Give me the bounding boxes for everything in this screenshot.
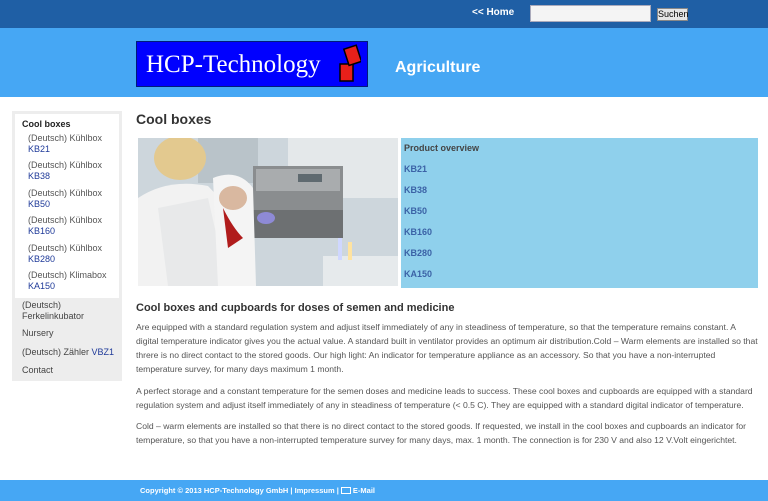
sidebar: Cool boxes (Deutsch) Kühlbox KB21 (Deuts… xyxy=(12,111,122,381)
product-link-kb280[interactable]: KB280 xyxy=(404,248,432,258)
sidebar-item-prefix: (Deutsch) Kühlbox xyxy=(28,215,103,225)
section-title: Agriculture xyxy=(395,59,481,76)
search-input[interactable] xyxy=(530,5,651,22)
product-link-kb160[interactable]: KB160 xyxy=(404,227,432,237)
sidebar-item-code[interactable]: KB21 xyxy=(28,144,102,155)
header-banner: HCP-Technology Agriculture xyxy=(0,28,768,97)
sidebar-item-nursery[interactable]: Nursery xyxy=(22,328,54,339)
sidebar-item-kb21[interactable]: (Deutsch) Kühlbox KB21 xyxy=(28,133,102,155)
sidebar-item-kb280[interactable]: (Deutsch) Kühlbox KB280 xyxy=(28,243,102,265)
home-link[interactable]: << Home xyxy=(472,7,514,18)
sidebar-item-code[interactable]: VBZ1 xyxy=(92,347,115,357)
sidebar-item-code[interactable]: KB280 xyxy=(28,254,102,265)
search-button[interactable]: Suchen xyxy=(657,8,689,21)
sidebar-item-prefix: (Deutsch) Klimabox xyxy=(28,270,107,280)
lab-photo-image xyxy=(138,138,398,286)
sidebar-submenu: Cool boxes (Deutsch) Kühlbox KB21 (Deuts… xyxy=(15,114,119,298)
product-overview-box: Product overview KB21 KB38 KB50 KB160 KB… xyxy=(401,138,758,288)
top-bar: << Home Suchen xyxy=(0,0,768,28)
impressum-link[interactable]: Impressum xyxy=(295,486,335,495)
lab-photo xyxy=(138,138,398,286)
product-link-kb21[interactable]: KB21 xyxy=(404,164,427,174)
sidebar-item-code[interactable]: KB160 xyxy=(28,226,102,237)
logo-mark-icon xyxy=(339,44,361,82)
sidebar-item-kb160[interactable]: (Deutsch) Kühlbox KB160 xyxy=(28,215,102,237)
email-link[interactable]: E-Mail xyxy=(353,486,375,495)
sidebar-item-prefix: (Deutsch) Kühlbox xyxy=(28,160,103,170)
mail-icon xyxy=(340,487,351,494)
sidebar-item-prefix: (Deutsch) Kühlbox xyxy=(28,133,103,143)
sidebar-item-label: (Deutsch) xyxy=(22,300,62,310)
product-overview-heading: Product overview xyxy=(404,143,480,153)
sidebar-item-ka150[interactable]: (Deutsch) Klimabox KA150 xyxy=(28,270,107,292)
sidebar-heading[interactable]: Cool boxes xyxy=(22,119,71,129)
sidebar-item-prefix: (Deutsch) Kühlbox xyxy=(28,243,103,253)
sidebar-item-code[interactable]: KA150 xyxy=(28,281,107,292)
copyright-text: Copyright © 2013 HCP-Technology GmbH xyxy=(140,486,289,495)
paragraph: A perfect storage and a constant tempera… xyxy=(136,386,753,410)
sidebar-item-code[interactable]: KB50 xyxy=(28,199,102,210)
footer: Copyright © 2013 HCP-Technology GmbH | I… xyxy=(0,480,768,501)
logo-text: HCP-Technology xyxy=(146,51,321,78)
product-link-kb50[interactable]: KB50 xyxy=(404,206,427,216)
page-title: Cool boxes xyxy=(136,111,212,127)
sidebar-item-ferkelinkubator[interactable]: (Deutsch) Ferkelinkubator xyxy=(22,300,84,322)
product-link-ka150[interactable]: KA150 xyxy=(404,269,432,279)
hcp-technology-logo[interactable]: HCP-Technology xyxy=(136,41,368,87)
sidebar-item-kb38[interactable]: (Deutsch) Kühlbox KB38 xyxy=(28,160,102,182)
sidebar-item-prefix: (Deutsch) Kühlbox xyxy=(28,188,103,198)
paragraph: Are equipped with a standard regulation … xyxy=(136,322,758,374)
sidebar-item-label: Ferkelinkubator xyxy=(22,311,85,321)
footer-text: Copyright © 2013 HCP-Technology GmbH | I… xyxy=(140,486,375,495)
sidebar-item-contact[interactable]: Contact xyxy=(22,365,53,376)
sidebar-item-label: (Deutsch) Zähler xyxy=(22,347,90,357)
section-subtitle: Cool boxes and cupboards for doses of se… xyxy=(136,302,455,314)
paragraph: Cold – warm elements are installed so th… xyxy=(136,421,747,445)
product-link-kb38[interactable]: KB38 xyxy=(404,185,427,195)
sidebar-item-zaehler[interactable]: (Deutsch) Zähler VBZ1 xyxy=(22,347,114,358)
sidebar-item-code[interactable]: KB38 xyxy=(28,171,102,182)
sidebar-item-kb50[interactable]: (Deutsch) Kühlbox KB50 xyxy=(28,188,102,210)
